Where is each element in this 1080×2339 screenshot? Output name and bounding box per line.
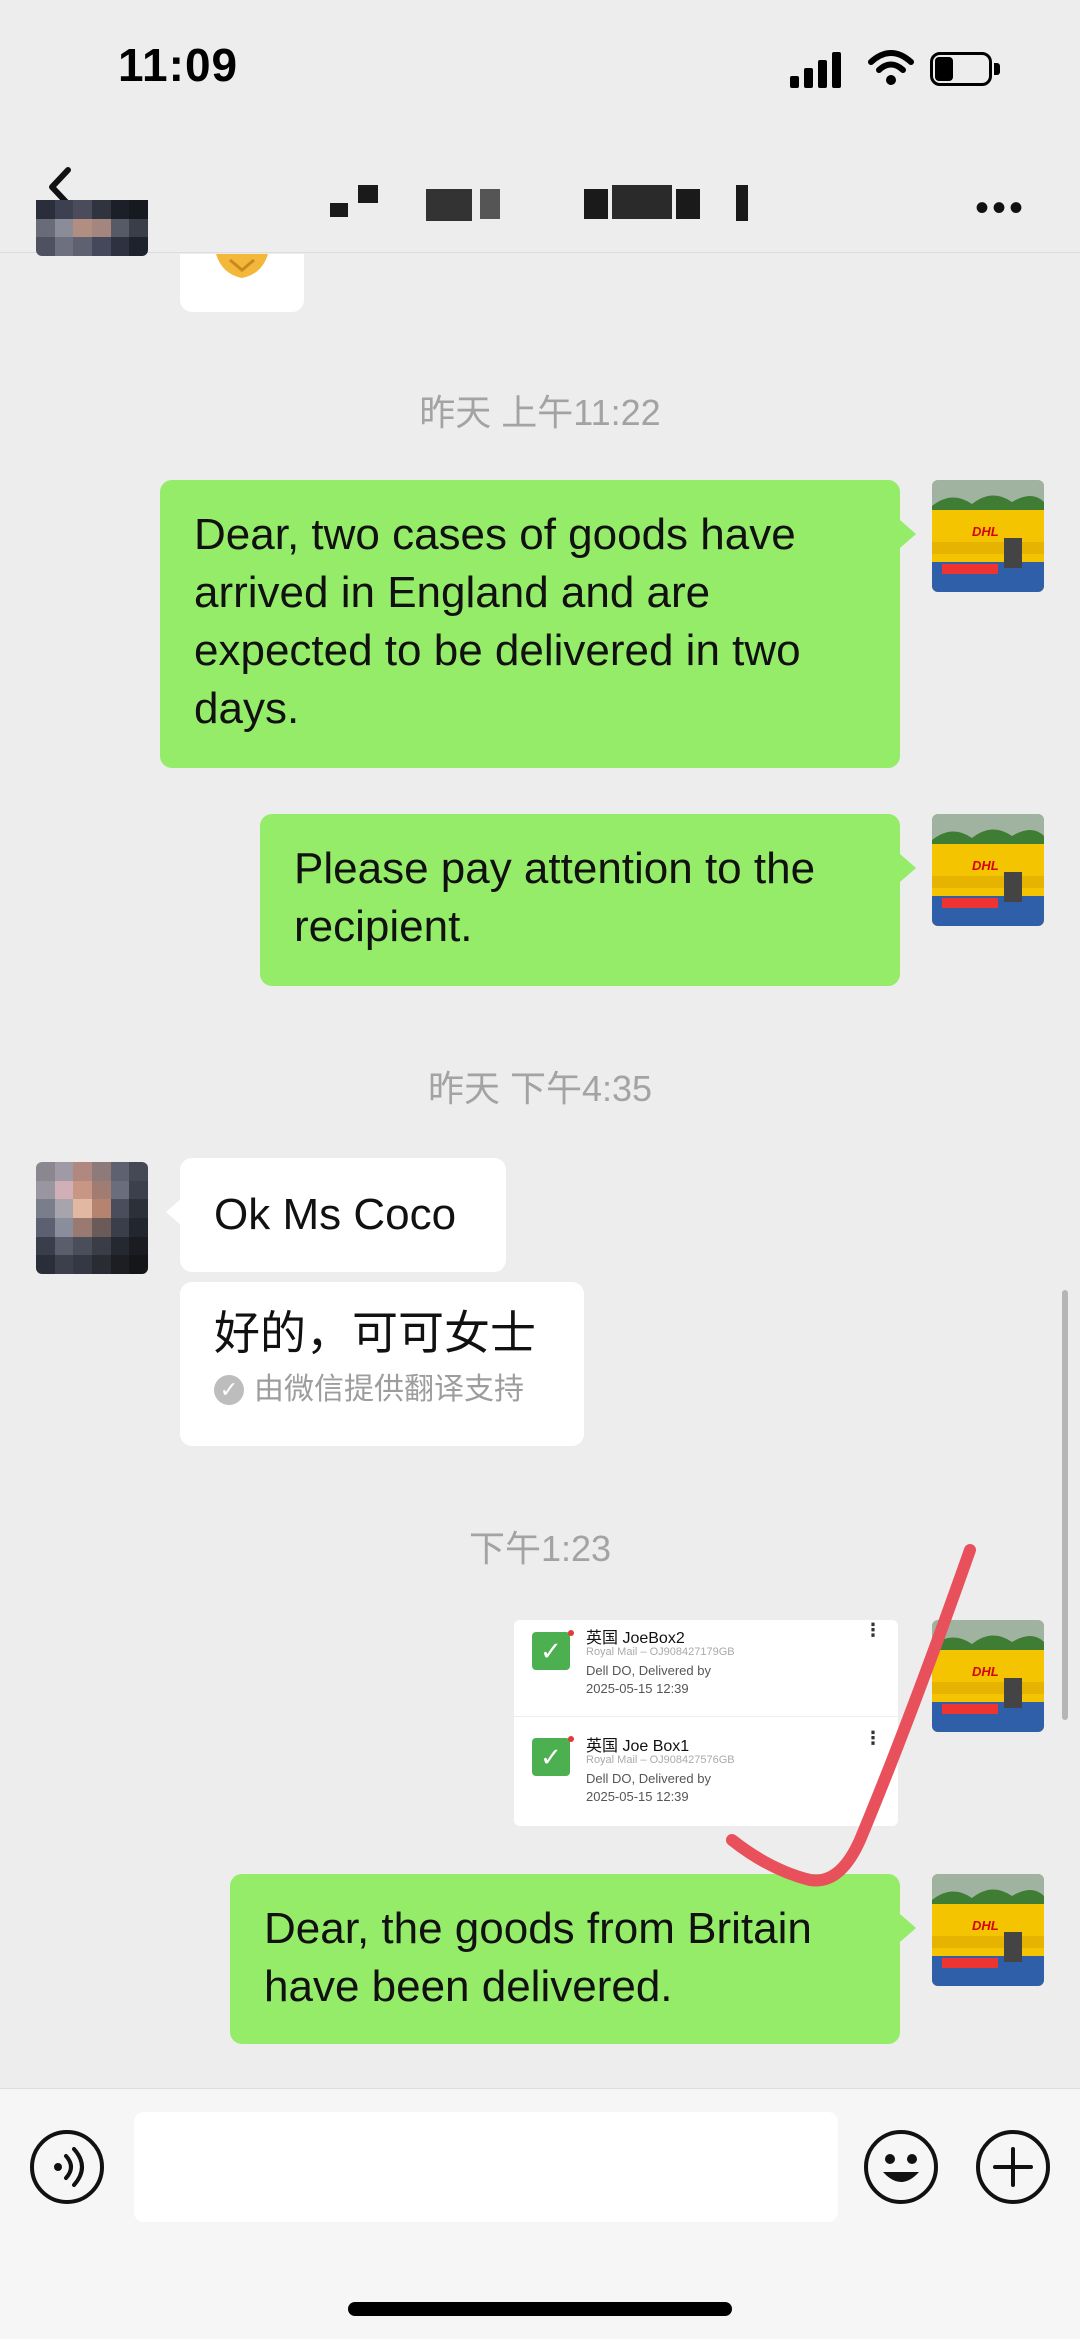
svg-text:DHL: DHL — [972, 858, 999, 873]
package-title: 英国 Joe Box1 — [586, 1738, 690, 1755]
scrollbar[interactable] — [1062, 1290, 1068, 1720]
translation-text: 好的，可可女士 — [214, 1306, 536, 1360]
package-carrier: Royal Mail – OJ908427179GB — [586, 1646, 735, 1658]
timestamp: 昨天 上午11:22 — [419, 392, 661, 433]
dhl-avatar-image: DHL — [932, 814, 1044, 926]
check-icon: ✓ — [532, 1738, 570, 1776]
svg-text:DHL: DHL — [972, 524, 999, 539]
sent-message[interactable]: Dear, two cases of goods have arrived in… — [160, 480, 900, 768]
message-text: Dear, two cases of goods have arrived in… — [194, 510, 801, 733]
status-time: 11:09 — [118, 39, 239, 91]
plus-icon[interactable] — [976, 2130, 1050, 2204]
translation-note: 由微信提供翻译支持 — [254, 1372, 524, 1407]
more-icon[interactable]: ••• — [975, 186, 1026, 231]
translation-card[interactable]: 好的，可可女士 ✓ 由微信提供翻译支持 — [180, 1282, 584, 1446]
dhl-avatar[interactable]: DHL — [932, 480, 1044, 592]
check-icon: ✓ — [532, 1632, 570, 1670]
received-message[interactable]: Ok Ms Coco — [180, 1158, 506, 1272]
message-text: Dear, the goods from Britain have been d… — [264, 1904, 812, 2011]
battery-icon — [930, 52, 1004, 88]
package-status: Dell DO, Delivered by — [586, 1663, 711, 1678]
package-item: ✓ — [532, 1630, 574, 1670]
red-checkmark-annotation — [726, 1544, 976, 1887]
message-text: Ok Ms Coco — [214, 1190, 457, 1239]
message-input[interactable] — [134, 2112, 838, 2222]
package-carrier: Royal Mail – OJ908427576GB — [586, 1754, 735, 1766]
home-indicator — [348, 2302, 732, 2316]
message-text: Please pay attention to the recipient. — [294, 844, 816, 951]
emoji-icon[interactable] — [864, 2130, 938, 2204]
package-title: 英国 JoeBox2 — [586, 1630, 685, 1647]
svg-text:DHL: DHL — [972, 1918, 999, 1933]
dhl-avatar-image: DHL — [932, 480, 1044, 592]
package-status: Dell DO, Delivered by — [586, 1771, 711, 1786]
timestamp: 昨天 下午4:35 — [427, 1068, 653, 1109]
sent-message[interactable]: Please pay attention to the recipient. — [260, 814, 900, 986]
dhl-avatar[interactable]: DHL — [932, 814, 1044, 926]
wifi-icon — [868, 50, 914, 85]
voice-icon[interactable] — [30, 2130, 104, 2204]
signal-icon — [790, 52, 842, 88]
package-item: ✓ — [532, 1736, 574, 1776]
check-icon: ✓ — [214, 1375, 244, 1405]
contact-avatar[interactable] — [36, 1162, 148, 1274]
package-date: 2025-05-15 12:39 — [586, 1681, 689, 1696]
package-date: 2025-05-15 12:39 — [586, 1789, 689, 1804]
chat-title — [330, 185, 790, 221]
handshake-emoji-icon — [216, 254, 268, 278]
emoji-message[interactable] — [180, 254, 304, 312]
